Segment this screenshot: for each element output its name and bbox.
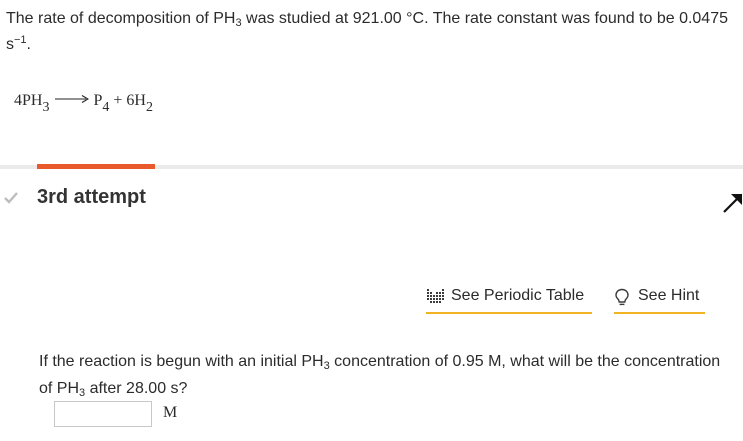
chemical-equation: 4PH3 P4 + 6H2	[14, 92, 153, 115]
reaction-arrow-icon	[55, 95, 90, 103]
question-text-part: after 28.00 s?	[85, 380, 188, 397]
see-hint-button[interactable]: See Hint	[614, 286, 705, 314]
reactant: 4PH	[14, 92, 43, 109]
periodic-table-icon	[427, 289, 444, 303]
problem-text-part: .	[26, 36, 31, 53]
reactant-subscript: 3	[42, 100, 50, 115]
lightbulb-icon	[615, 288, 629, 306]
see-periodic-table-label: See Periodic Table	[451, 287, 585, 304]
concentration-answer-input[interactable]	[54, 401, 152, 427]
question-text-part: If the reaction is begun with an initial…	[39, 353, 324, 370]
attempt-label: 3rd attempt	[37, 186, 146, 208]
check-icon	[4, 192, 18, 204]
see-periodic-table-button[interactable]: See Periodic Table	[426, 286, 592, 314]
unit-label: M	[163, 404, 178, 421]
problem-statement: The rate of decomposition of PH3 was stu…	[6, 6, 736, 58]
see-hint-label: See Hint	[638, 287, 700, 304]
problem-superscript: −1	[14, 34, 27, 46]
problem-text-part: The rate of decomposition of PH	[6, 10, 236, 27]
arrow-up-right-icon[interactable]	[722, 192, 743, 214]
attempt-progress-bar	[37, 164, 155, 169]
product-2: + 6H	[109, 92, 146, 109]
product-2-subscript: 2	[145, 100, 153, 115]
question-prompt: If the reaction is begun with an initial…	[39, 348, 729, 402]
